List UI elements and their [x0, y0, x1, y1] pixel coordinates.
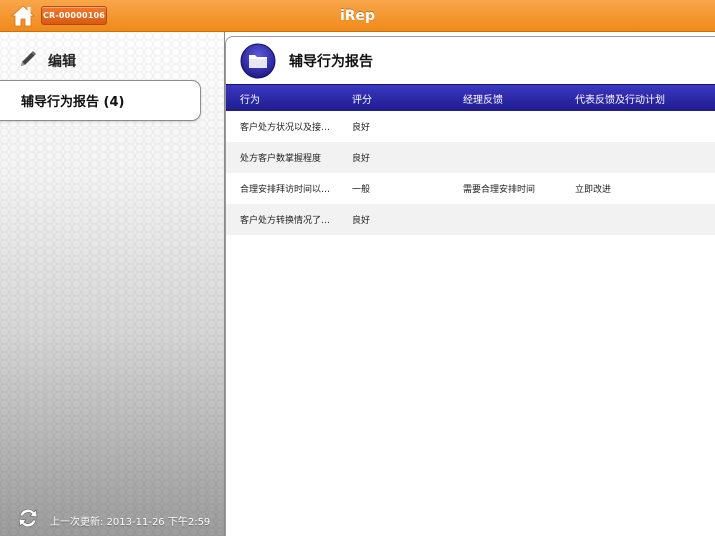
- record-id-badge[interactable]: CR-00000106: [41, 6, 107, 25]
- column-header-manager-feedback[interactable]: 经理反馈: [448, 91, 560, 106]
- table-row[interactable]: 客户处方转换情况了… 良好: [226, 204, 715, 235]
- cell-manager-feedback: 需要合理安排时间: [463, 185, 536, 195]
- cell-behavior: 合理安排拜访时间以…: [240, 185, 331, 195]
- table-row[interactable]: 处方客户数掌握程度 良好: [226, 142, 715, 173]
- cell-rep-feedback: 立即改进: [575, 185, 612, 195]
- cell-behavior: 客户处方状况以及接…: [240, 123, 331, 133]
- sync-icon[interactable]: [16, 507, 40, 533]
- sidebar-item-coaching-report[interactable]: 辅导行为报告 (4): [0, 80, 201, 121]
- sidebar: 编辑 辅导行为报告 (4) 上一次更新: 2013-11-26 下午2:59: [0, 32, 225, 536]
- last-updated-text: 上一次更新: 2013-11-26 下午2:59: [50, 516, 211, 528]
- cell-behavior: 客户处方转换情况了…: [240, 216, 331, 226]
- column-header-behavior[interactable]: 行为: [226, 91, 337, 106]
- cell-rating: 良好: [352, 123, 371, 133]
- top-bar: CR-00000106 iRep: [0, 0, 715, 32]
- panel-header: 辅导行为报告: [226, 37, 715, 84]
- home-icon[interactable]: [10, 5, 36, 27]
- sidebar-item-label: 辅导行为报告 (4): [21, 95, 125, 110]
- column-header-rating[interactable]: 评分: [337, 91, 448, 106]
- cell-rating: 良好: [352, 154, 371, 164]
- cell-rating: 一般: [352, 185, 371, 195]
- edit-label: 编辑: [48, 54, 76, 70]
- sync-status: 上一次更新: 2013-11-26 下午2:59: [16, 508, 210, 532]
- cell-rating: 良好: [352, 216, 371, 226]
- column-header-rep-feedback[interactable]: 代表反馈及行动计划: [560, 91, 715, 106]
- table-header: 行为 评分 经理反馈 代表反馈及行动计划: [226, 84, 715, 111]
- cell-behavior: 处方客户数掌握程度: [240, 154, 322, 164]
- report-table: 行为 评分 经理反馈 代表反馈及行动计划 客户处方状况以及接… 良好 处方客户数…: [226, 84, 715, 235]
- table-row[interactable]: 客户处方状况以及接… 良好: [226, 111, 715, 142]
- page-title: 辅导行为报告: [289, 54, 373, 70]
- main-panel: 辅导行为报告 行为 评分 经理反馈 代表反馈及行动计划 客户处方状况以及接… 良…: [225, 36, 715, 536]
- pencil-icon: [18, 49, 38, 73]
- table-row[interactable]: 合理安排拜访时间以… 一般 需要合理安排时间 立即改进: [226, 173, 715, 204]
- folder-icon: [240, 43, 276, 79]
- edit-button[interactable]: 编辑: [18, 50, 76, 72]
- app-title: iRep: [339, 8, 376, 24]
